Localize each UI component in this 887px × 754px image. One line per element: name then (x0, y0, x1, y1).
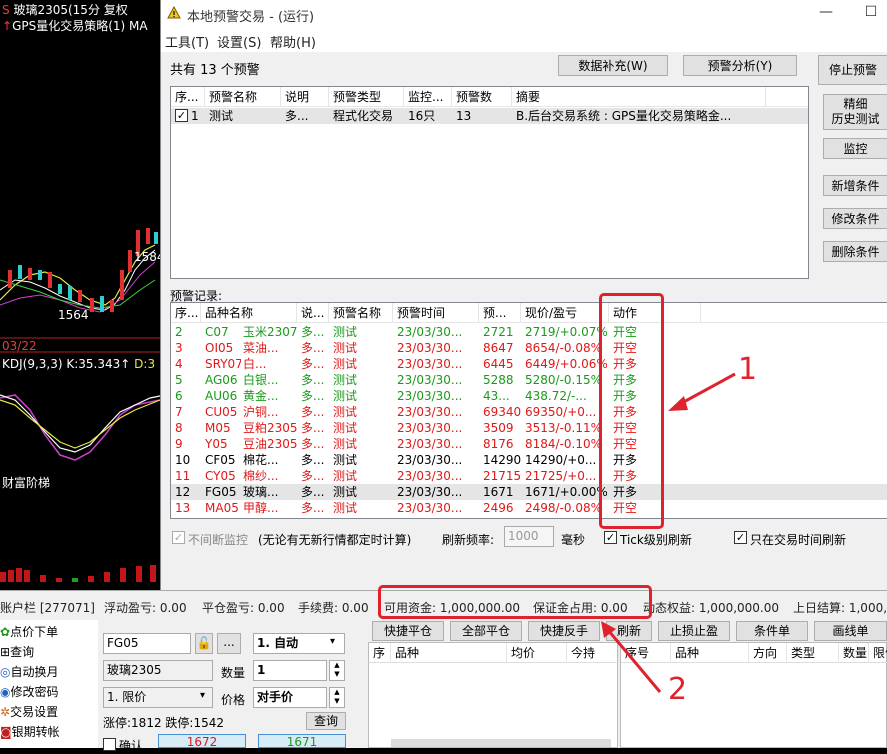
annotation-1: 1 (738, 352, 758, 387)
annotation-2: 2 (668, 672, 688, 707)
